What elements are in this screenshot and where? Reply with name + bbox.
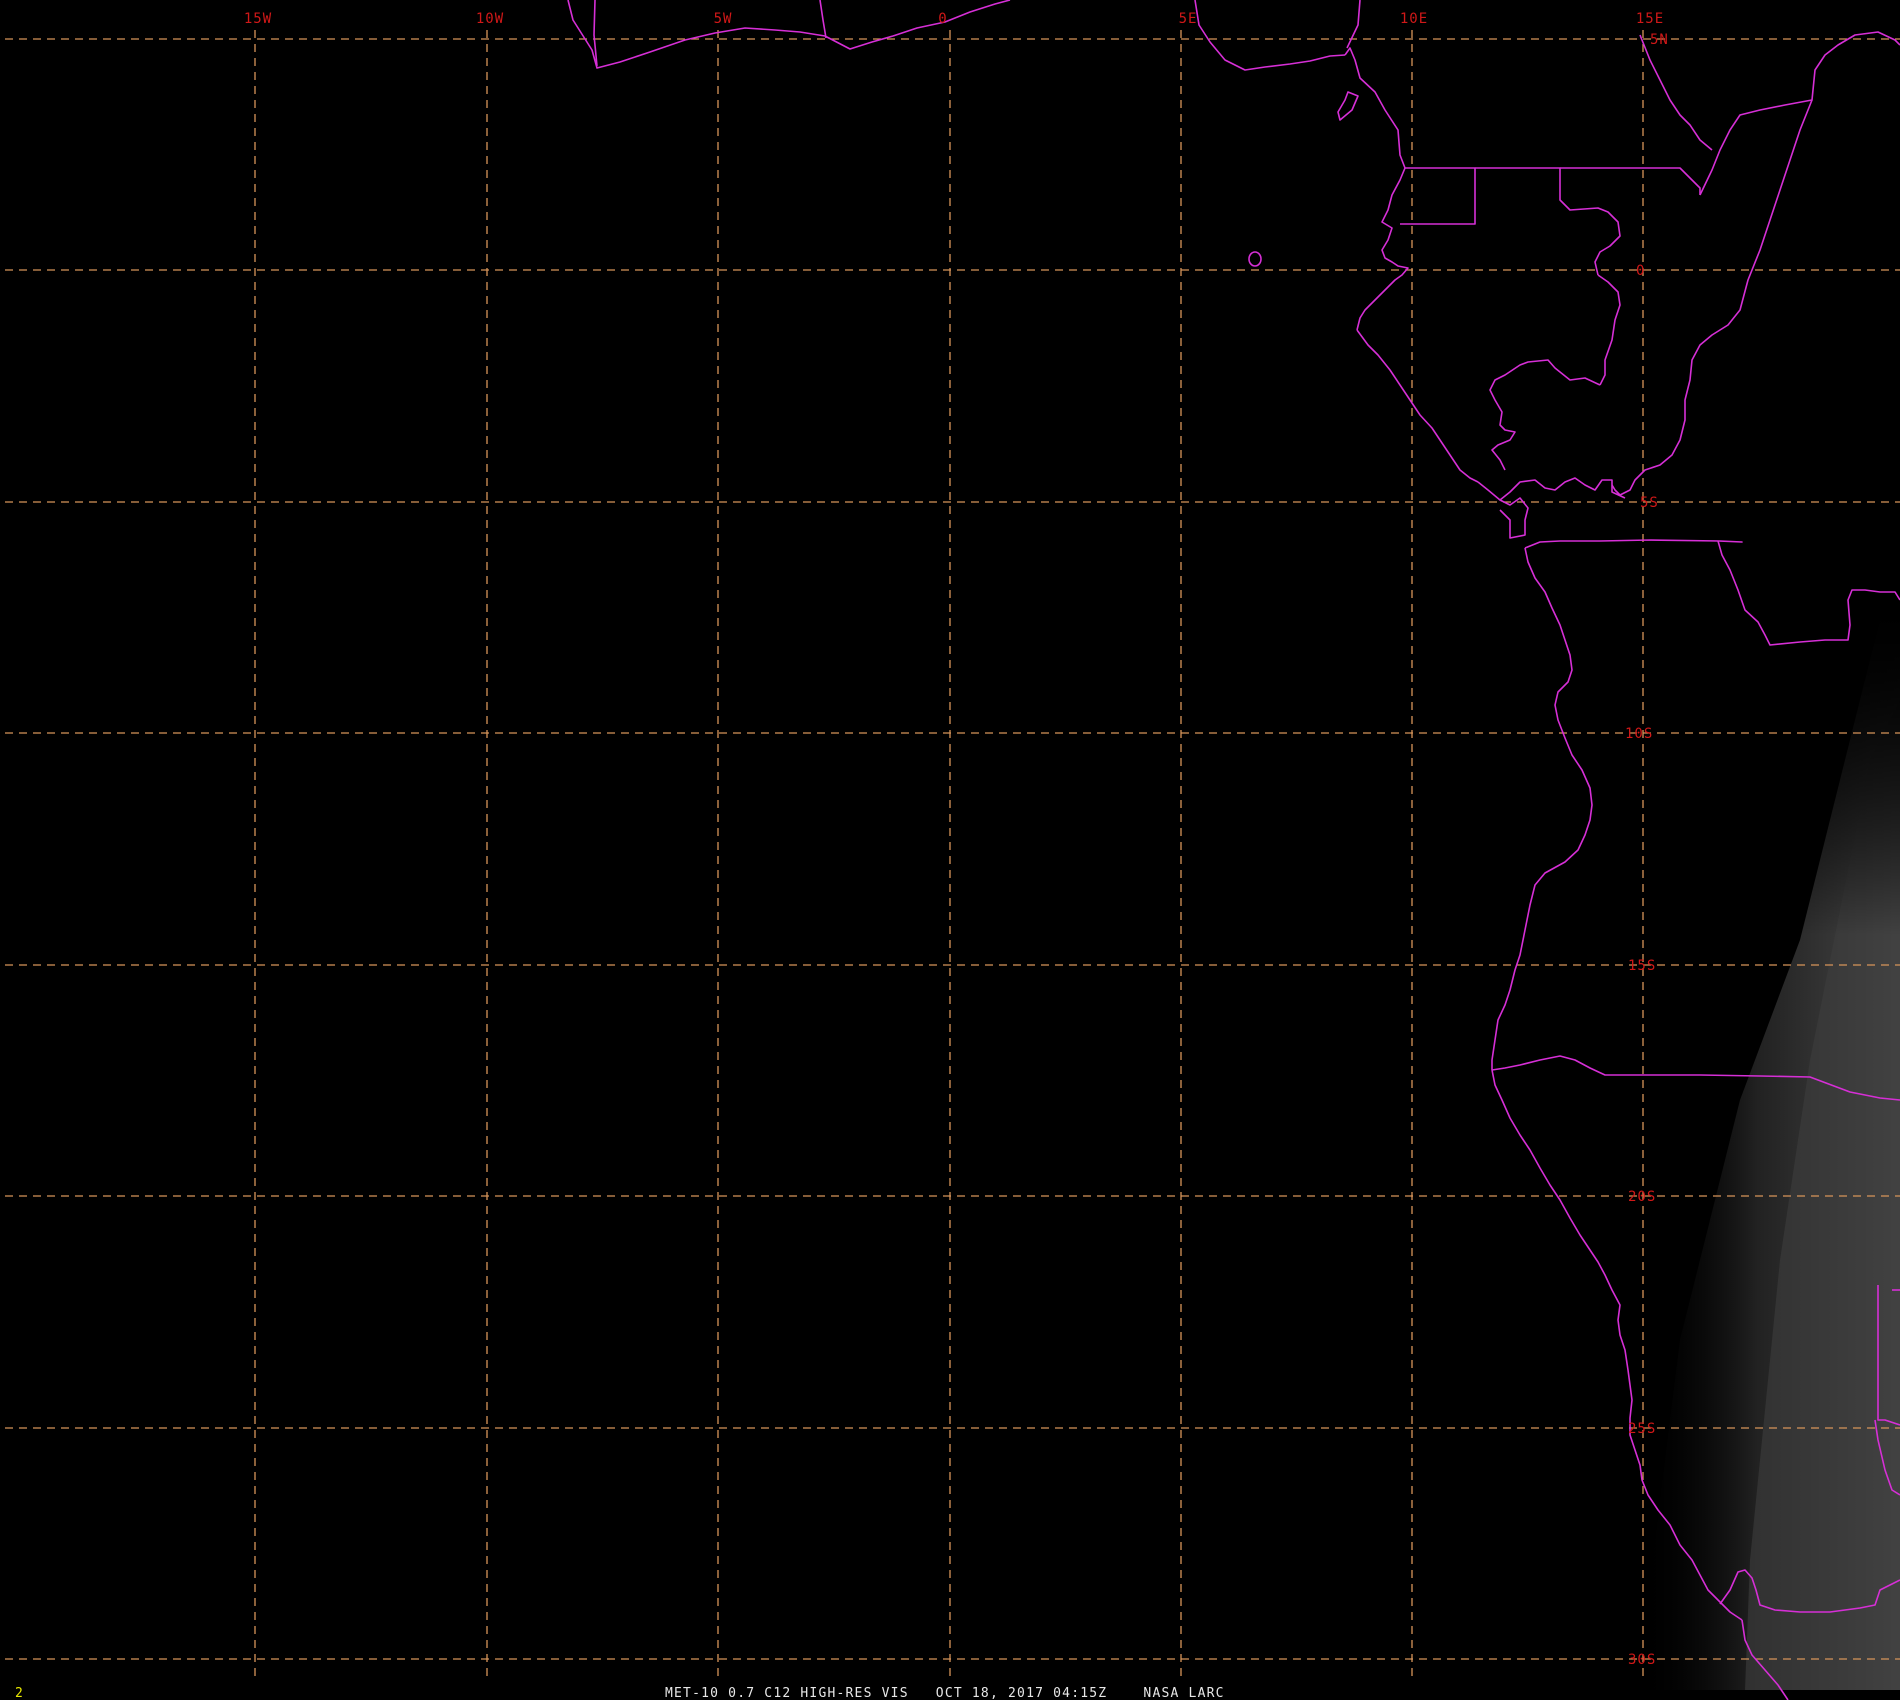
- longitude-label: 5E: [1179, 11, 1198, 27]
- latitude-label: 0: [1636, 263, 1645, 279]
- frame-number: 2: [15, 1686, 24, 1700]
- longitude-label: 5W: [714, 11, 733, 27]
- latitude-label: 20S: [1628, 1189, 1656, 1205]
- image-caption: MET-10 0.7 C12 HIGH-RES VIS OCT 18, 2017…: [665, 1686, 1225, 1700]
- latitude-label: 5N: [1650, 32, 1669, 48]
- satellite-map: 15W 10W 5W 0 5E 10E 15E5N05S10S15S20S25S30S 2 …: [0, 0, 1900, 1700]
- longitude-label: 10E: [1400, 11, 1428, 27]
- latitude-label: 30S: [1628, 1652, 1656, 1668]
- longitude-label: 15W: [244, 11, 272, 27]
- latitude-label: 25S: [1628, 1421, 1656, 1437]
- latitude-label: 5S: [1640, 495, 1659, 511]
- latitude-label: 10S: [1625, 726, 1653, 742]
- longitude-label: 10W: [476, 11, 504, 27]
- longitude-label: 0: [938, 11, 947, 27]
- latitude-label: 15S: [1628, 958, 1656, 974]
- longitude-label: 15E: [1636, 11, 1664, 27]
